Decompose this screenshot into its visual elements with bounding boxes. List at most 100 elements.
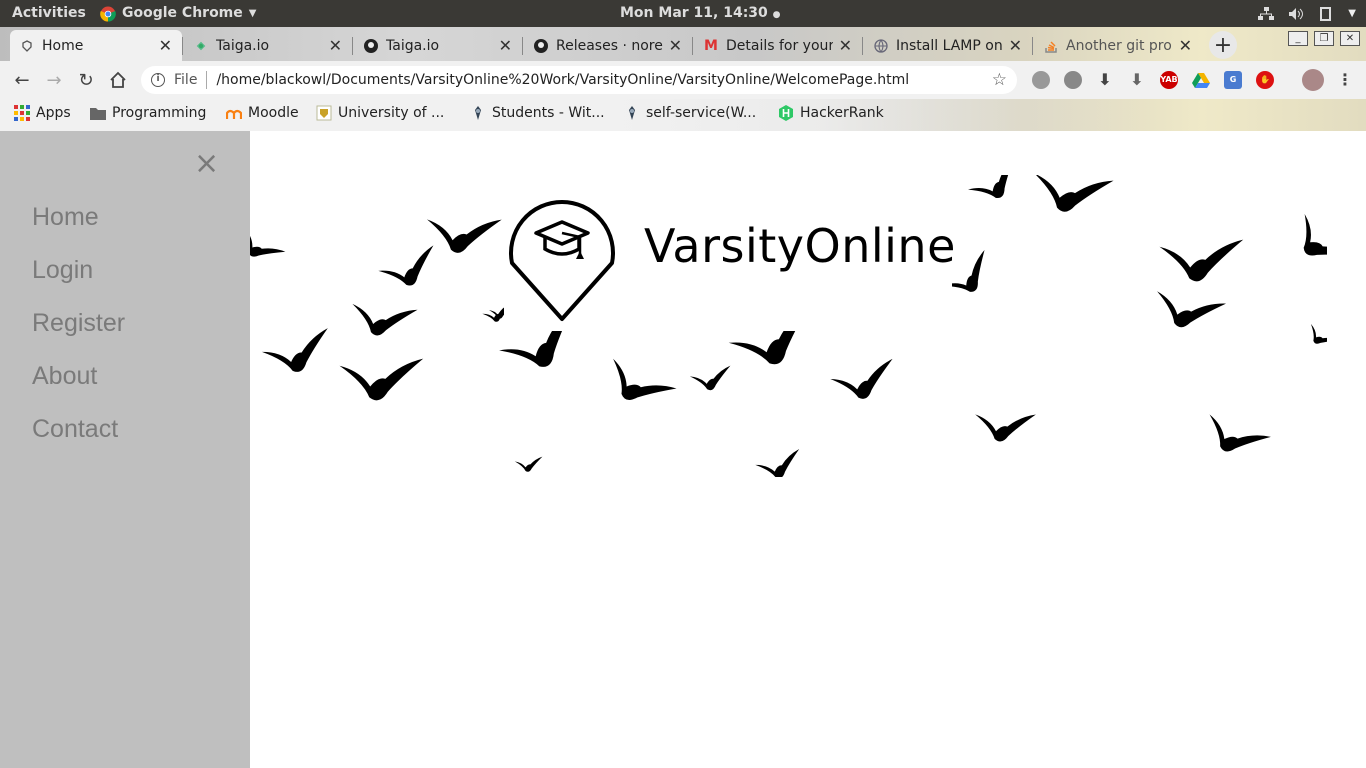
page-viewport: × Home Login Register About Contact Vars… xyxy=(0,131,1366,768)
taiga-icon xyxy=(194,39,208,53)
chevron-down-icon: ▼ xyxy=(1348,8,1356,19)
close-icon[interactable]: ✕ xyxy=(669,36,682,55)
tab-releases[interactable]: Releases · norep ✕ xyxy=(524,30,692,61)
drive-icon[interactable] xyxy=(1192,71,1210,89)
tab-home[interactable]: Home ✕ xyxy=(10,30,182,61)
home-icon xyxy=(110,71,126,88)
bookmark-students-wits[interactable]: Students - Wit... xyxy=(470,105,605,121)
tab-title: Taiga.io xyxy=(386,37,440,54)
bookmark-university[interactable]: University of ... xyxy=(316,105,444,121)
protocol-label: File xyxy=(174,72,198,88)
tab-separator xyxy=(352,37,353,55)
bookmark-self-service[interactable]: self-service(W... xyxy=(624,105,756,121)
page-icon xyxy=(20,39,34,53)
nav-link-about[interactable]: About xyxy=(32,362,97,391)
close-icon[interactable]: ✕ xyxy=(159,36,172,55)
tab-separator xyxy=(1032,37,1033,55)
reload-button[interactable]: ↻ xyxy=(75,69,97,91)
tab-install-lamp[interactable]: Install LAMP on ✕ xyxy=(864,30,1032,61)
nav-link-register[interactable]: Register xyxy=(32,309,125,338)
tab-stackoverflow[interactable]: Another git pro ✕ xyxy=(1034,30,1202,61)
university-icon xyxy=(316,105,332,121)
tab-title: Install LAMP on xyxy=(896,37,1003,54)
app-menu[interactable]: Google Chrome ▼ xyxy=(100,0,256,27)
app-menu-label: Google Chrome xyxy=(122,5,243,21)
arrow-left-icon: ← xyxy=(14,69,30,91)
chevron-down-icon: ▼ xyxy=(248,8,257,19)
tab-gmail[interactable]: M Details for your ✕ xyxy=(694,30,862,61)
minimize-button[interactable]: _ xyxy=(1288,31,1308,46)
bookmark-programming[interactable]: Programming xyxy=(90,105,206,121)
translate-icon[interactable]: G xyxy=(1224,71,1242,89)
close-icon[interactable]: ✕ xyxy=(839,36,852,55)
bookmarks-bar: Apps Programming Moodle University of ..… xyxy=(0,99,1366,131)
download-icon[interactable]: ⬇ xyxy=(1096,71,1114,89)
hero-banner: VarsityOnline xyxy=(233,157,1355,482)
adblock-icon[interactable]: ✋ xyxy=(1256,71,1274,89)
home-button[interactable] xyxy=(107,69,129,91)
tab-github-taiga[interactable]: Taiga.io ✕ xyxy=(354,30,522,61)
url-text[interactable]: /home/blackowl/Documents/VarsityOnline%2… xyxy=(216,72,909,88)
plus-icon: + xyxy=(1213,32,1233,58)
close-nav-button[interactable]: × xyxy=(194,149,219,179)
chrome-icon xyxy=(100,6,116,22)
clock-label: Mon Mar 11, 14:30 xyxy=(620,5,768,21)
volume-icon xyxy=(1289,7,1304,20)
stackoverflow-icon xyxy=(1044,39,1058,53)
github-icon xyxy=(534,38,548,53)
arrow-right-icon: → xyxy=(46,69,62,91)
nav-link-login[interactable]: Login xyxy=(32,256,93,285)
moodle-icon xyxy=(226,109,242,119)
bookmark-label: HackerRank xyxy=(800,105,884,121)
close-window-button[interactable]: ✕ xyxy=(1340,31,1360,46)
back-button[interactable]: ← xyxy=(11,69,33,91)
avatar[interactable] xyxy=(1302,69,1324,91)
tab-separator xyxy=(522,37,523,55)
tab-title: Details for your xyxy=(726,37,833,54)
network-icon xyxy=(1258,6,1275,20)
bookmark-hackerrank[interactable]: HackerRank xyxy=(778,105,884,121)
folder-icon xyxy=(90,108,106,120)
divider xyxy=(206,71,208,89)
new-tab-button[interactable]: + xyxy=(1209,31,1237,59)
close-icon: × xyxy=(194,146,220,181)
forward-button[interactable]: → xyxy=(43,69,65,91)
globe-icon xyxy=(874,38,888,53)
bookmark-label: Moodle xyxy=(248,105,299,121)
brand-name: VarsityOnline xyxy=(644,219,956,273)
tab-separator xyxy=(692,37,693,55)
extension-bulb-icon[interactable] xyxy=(1064,71,1082,89)
bookmark-label: Apps xyxy=(36,105,71,121)
bookmark-apps[interactable]: Apps xyxy=(14,105,71,121)
maximize-button[interactable]: ❐ xyxy=(1314,31,1334,46)
nav-link-contact[interactable]: Contact xyxy=(32,415,118,444)
system-status-area[interactable]: ▼ xyxy=(1258,0,1356,27)
address-bar[interactable]: i File /home/blackowl/Documents/VarsityO… xyxy=(141,66,1017,94)
menu-icon[interactable]: ⋮ xyxy=(1336,71,1354,89)
download-icon[interactable]: ⬇ xyxy=(1128,71,1146,89)
close-icon[interactable]: ✕ xyxy=(329,36,342,55)
bookmark-label: Programming xyxy=(112,105,207,121)
extension-alien-icon[interactable] xyxy=(1032,71,1050,89)
clock[interactable]: Mon Mar 11, 14:30 ● xyxy=(620,0,781,27)
star-icon[interactable]: ☆ xyxy=(992,70,1007,90)
bookmark-moodle[interactable]: Moodle xyxy=(226,105,299,121)
wits-icon xyxy=(629,106,635,120)
side-navigation: × Home Login Register About Contact xyxy=(0,131,250,768)
tab-title: Releases · norep xyxy=(556,37,663,54)
yab-icon[interactable]: YAB xyxy=(1160,71,1178,89)
wits-icon xyxy=(475,106,481,120)
browser-chrome: Home ✕ Taiga.io ✕ Taiga.io ✕ Releases · … xyxy=(0,27,1366,131)
apps-grid-icon xyxy=(14,105,30,121)
info-icon[interactable]: i xyxy=(151,73,165,87)
tab-title: Taiga.io xyxy=(216,37,270,54)
close-icon[interactable]: ✕ xyxy=(499,36,512,55)
activities-button[interactable]: Activities xyxy=(12,0,86,27)
tab-separator xyxy=(862,37,863,55)
nav-link-home[interactable]: Home xyxy=(32,203,99,232)
hackerrank-icon xyxy=(779,105,793,121)
close-icon[interactable]: ✕ xyxy=(1009,36,1022,55)
close-icon[interactable]: ✕ xyxy=(1179,36,1192,55)
github-icon xyxy=(364,38,378,53)
tab-taiga[interactable]: Taiga.io ✕ xyxy=(184,30,352,61)
